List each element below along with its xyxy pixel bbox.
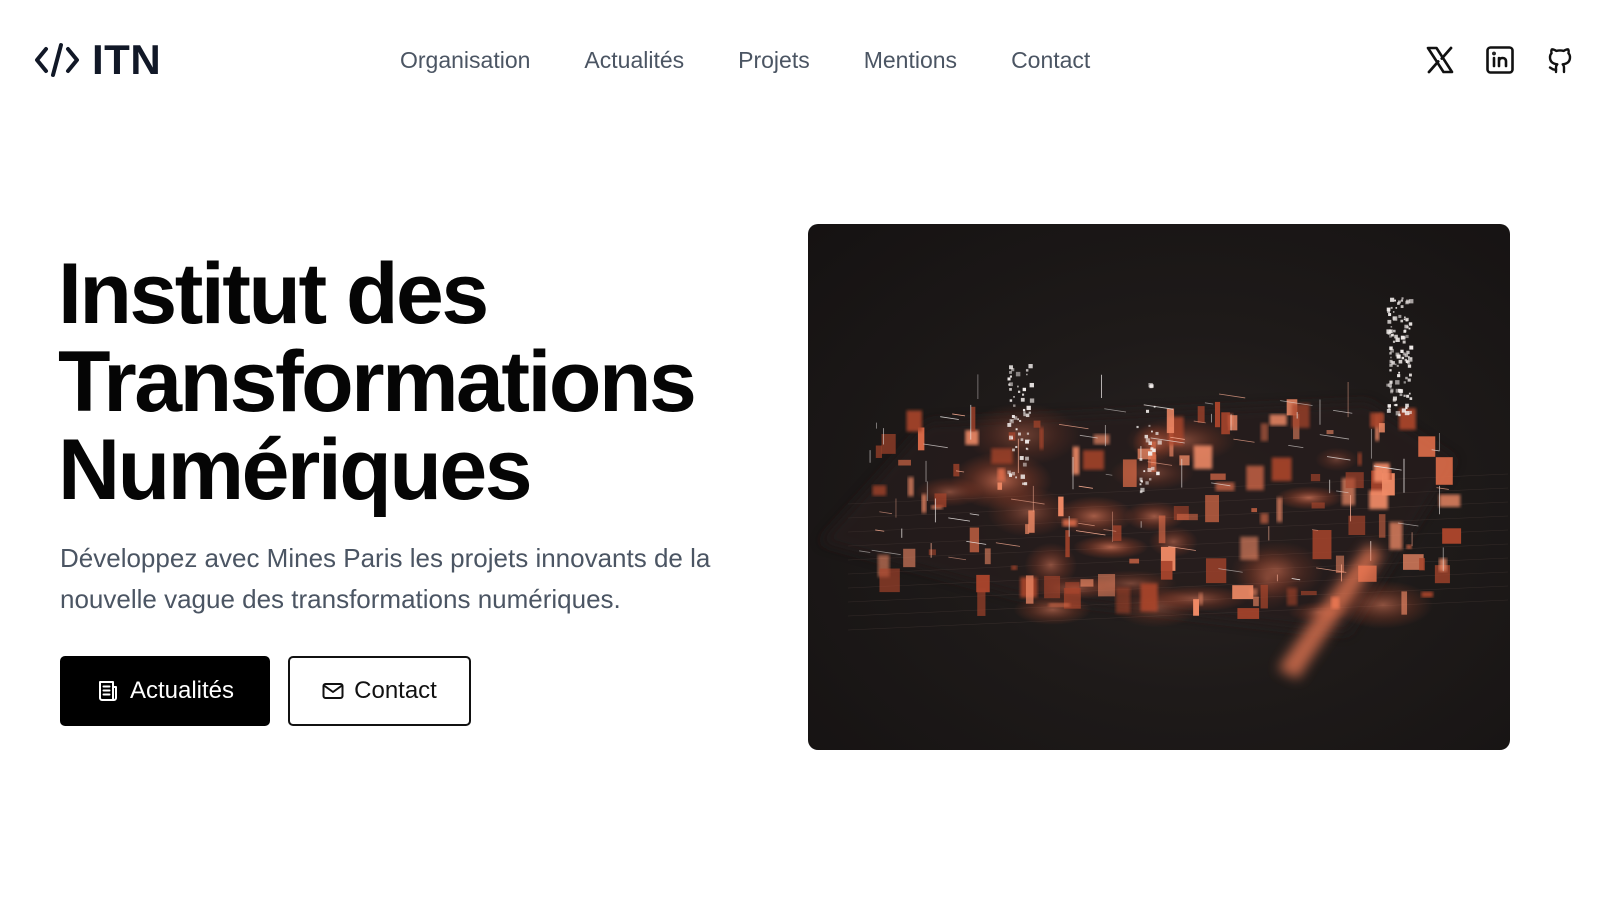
nav-mentions[interactable]: Mentions [864, 48, 957, 72]
linkedin-icon[interactable] [1484, 44, 1516, 76]
code-icon [34, 40, 80, 80]
hero-title-line-2: Transformations [58, 334, 697, 430]
logo-link[interactable]: ITN [34, 38, 161, 82]
site-header: ITN Organisation Actualités Projets Ment… [0, 0, 1600, 120]
actualites-button-label: Actualités [129, 677, 235, 704]
main-nav: Organisation Actualités Projets Mentions… [400, 44, 1090, 76]
mail-icon [322, 682, 344, 700]
hero-buttons: Actualités Contact [60, 656, 471, 726]
github-icon[interactable] [1544, 44, 1576, 76]
actualites-button[interactable]: Actualités [60, 656, 270, 726]
newspaper-icon [96, 679, 120, 703]
logo-text: ITN [92, 36, 162, 83]
hero-subtitle: Développez avec Mines Paris les projets … [60, 543, 711, 614]
hero-title-line-3: Numériques [58, 422, 533, 518]
contact-button-label: Contact [354, 677, 437, 704]
contact-button[interactable]: Contact [288, 656, 471, 726]
hero-image [808, 224, 1510, 750]
hero-title: Institut des Transformations Numériques [58, 250, 778, 514]
nav-projets[interactable]: Projets [738, 48, 810, 72]
nav-contact[interactable]: Contact [1011, 48, 1090, 72]
nav-organisation[interactable]: Organisation [400, 48, 530, 72]
x-twitter-icon[interactable] [1424, 44, 1456, 76]
social-links [1424, 42, 1576, 78]
nav-actualites[interactable]: Actualités [584, 48, 684, 72]
hero-title-line-1: Institut des [58, 246, 489, 342]
